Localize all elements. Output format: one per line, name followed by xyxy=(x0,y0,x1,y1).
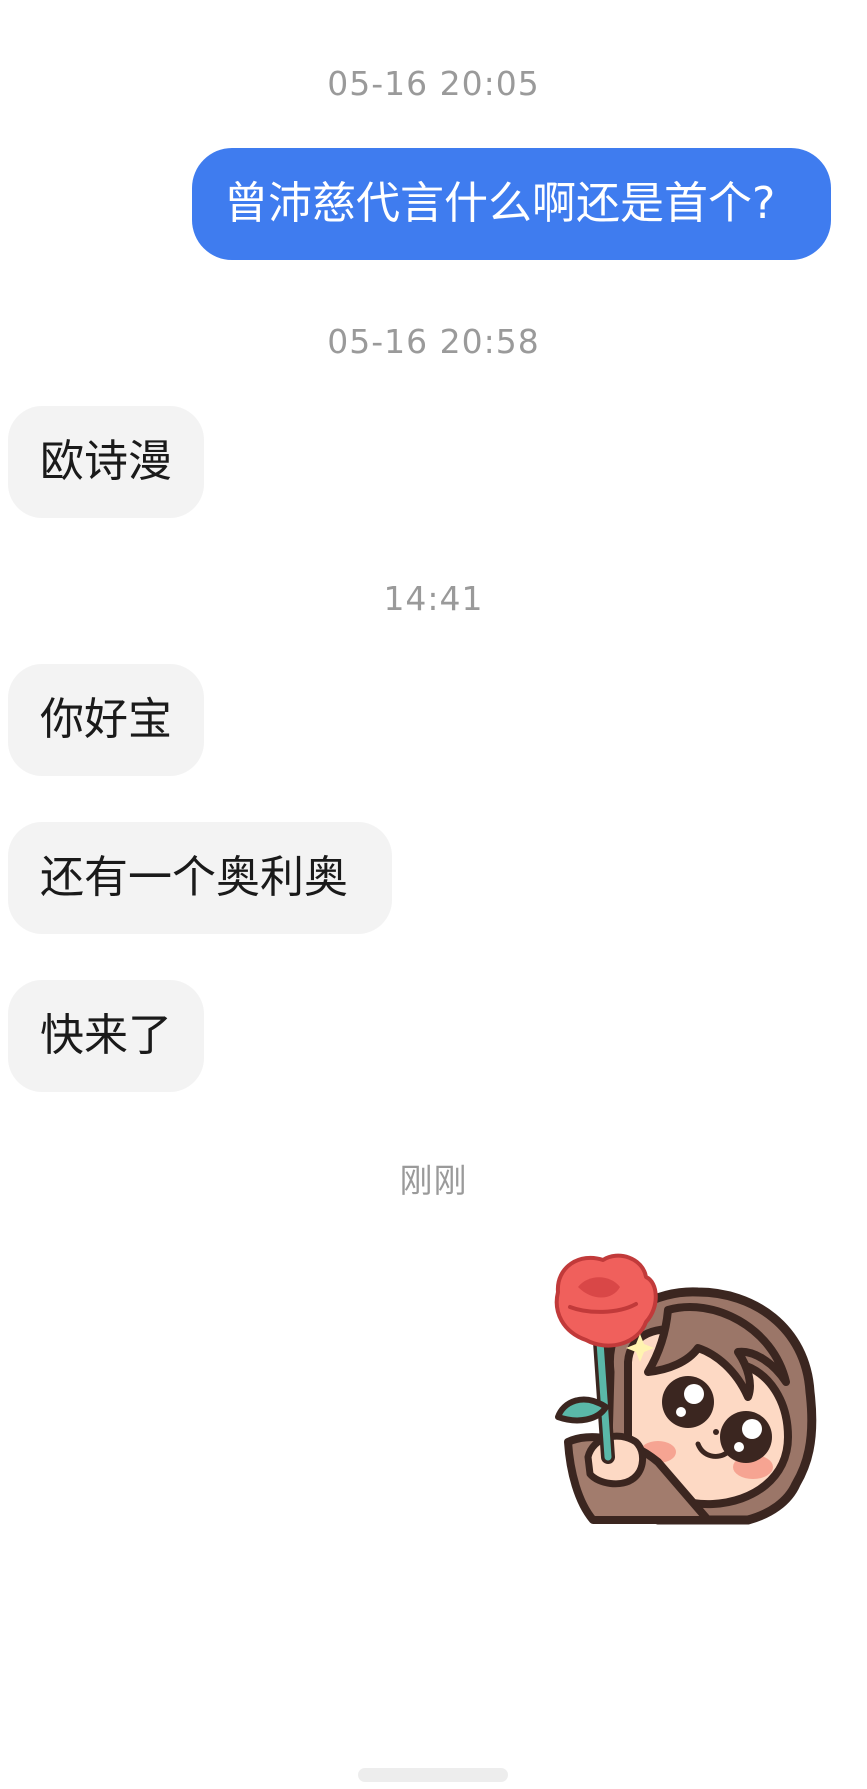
outgoing-message-bubble[interactable]: 曾沛慈代言什么啊还是首个? xyxy=(192,148,831,260)
incoming-message-bubble[interactable]: 你好宝 xyxy=(8,664,204,776)
message-timestamp: 05-16 20:58 xyxy=(327,322,540,361)
home-indicator xyxy=(358,1768,508,1782)
message-timestamp: 刚刚 xyxy=(399,1161,468,1200)
incoming-message-bubble[interactable]: 欧诗漫 xyxy=(8,406,204,518)
girl-holding-rose-sticker[interactable] xyxy=(548,1252,833,1537)
incoming-message-bubble[interactable]: 快来了 xyxy=(8,980,204,1092)
message-timestamp: 14:41 xyxy=(383,579,484,618)
incoming-message-bubble[interactable]: 还有一个奥利奥 xyxy=(8,822,392,934)
message-timestamp: 05-16 20:05 xyxy=(327,64,540,103)
